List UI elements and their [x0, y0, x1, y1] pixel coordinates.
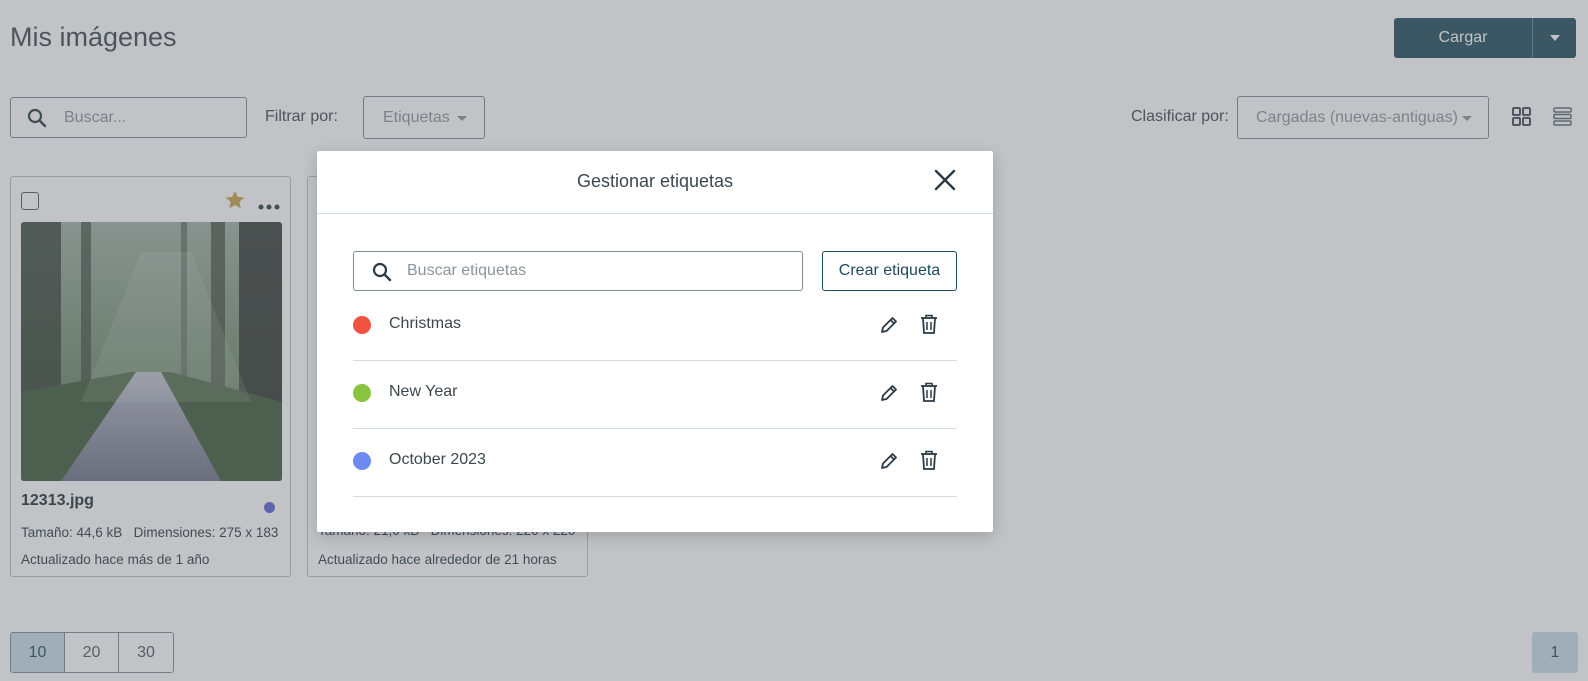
trash-icon[interactable]: [920, 314, 938, 340]
tag-name: October 2023: [389, 451, 486, 468]
tag-search-input[interactable]: Buscar etiquetas: [353, 251, 803, 291]
trash-icon[interactable]: [920, 382, 938, 408]
manage-tags-modal: Gestionar etiquetas Buscar etiquetas Cre…: [317, 151, 993, 532]
tag-row: Christmas: [353, 293, 957, 361]
tag-search-placeholder: Buscar etiquetas: [407, 262, 527, 279]
pencil-icon[interactable]: [879, 451, 899, 476]
tag-name: New Year: [389, 383, 458, 400]
tag-row: October 2023: [353, 429, 957, 497]
tag-color-dot: [353, 316, 371, 334]
close-icon[interactable]: [934, 169, 956, 196]
modal-title: Gestionar etiquetas: [576, 171, 734, 191]
tag-row: New Year: [353, 361, 957, 429]
search-icon: [372, 262, 392, 287]
trash-icon[interactable]: [920, 450, 938, 476]
modal-header: Gestionar etiquetas: [317, 151, 993, 214]
tag-color-dot: [353, 452, 371, 470]
pencil-icon[interactable]: [879, 383, 899, 408]
tag-name: Christmas: [389, 315, 462, 332]
tag-color-dot: [353, 384, 371, 402]
pencil-icon[interactable]: [879, 315, 899, 340]
create-tag-button[interactable]: Crear etiqueta: [822, 251, 957, 291]
